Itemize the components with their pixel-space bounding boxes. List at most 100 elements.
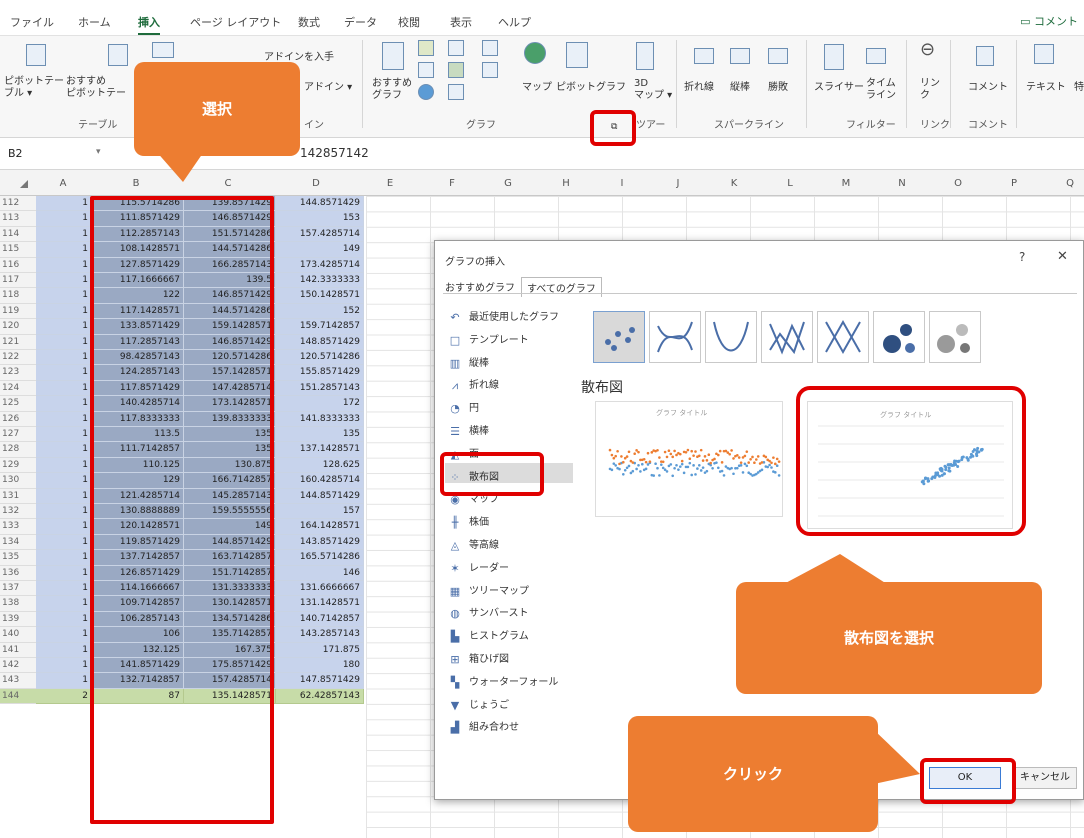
scatter-smooth-icon[interactable] [705,311,757,363]
timeline-icon[interactable] [866,48,886,64]
row-number[interactable]: 141 [0,642,36,658]
name-box[interactable]: B2 [8,147,23,160]
cell-a[interactable]: 1 [36,442,92,458]
row-number[interactable]: 130 [0,473,36,489]
cell-a[interactable]: 1 [36,226,92,243]
cell-a[interactable]: 1 [36,457,92,474]
cell-a[interactable]: 1 [36,611,92,628]
link-button[interactable]: リン ク [920,78,942,102]
row-number[interactable]: 139 [0,611,36,628]
cell-d[interactable]: 152 [276,303,364,320]
row-number[interactable]: 131 [0,488,36,504]
cell-a[interactable]: 1 [36,211,92,227]
cell-d[interactable]: 160.4285714 [276,473,364,489]
cell-a[interactable]: 1 [36,519,92,535]
cell-d[interactable]: 164.1428571 [276,519,364,535]
tab-data[interactable]: データ [344,14,377,30]
chart-preview-1[interactable]: グラフ タイトル [595,401,783,517]
cell-a[interactable]: 1 [36,427,92,443]
bubble-icon[interactable] [873,311,925,363]
sparkline-column-button[interactable]: 縦棒 [730,82,750,94]
cell-a[interactable]: 2 [36,688,92,705]
chart-category-template[interactable]: □ テンプレート [443,332,571,350]
cell-d[interactable]: 131.1428571 [276,596,364,612]
comment-insert-icon[interactable] [976,46,994,66]
row-number[interactable]: 129 [0,457,36,474]
row-number[interactable]: 136 [0,565,36,581]
column-header[interactable]: C [218,178,238,189]
row-number[interactable]: 124 [0,380,36,397]
column-header[interactable]: A [53,178,73,189]
column-header[interactable]: B [126,178,146,189]
chart-category-treemap[interactable]: ▦ ツリーマップ [443,583,571,601]
row-number[interactable]: 133 [0,519,36,535]
chart-category-radar-chart[interactable]: ✶ レーダー [443,560,571,578]
chart-category-surface-chart[interactable]: ◬ 等高線 [443,537,571,555]
row-number[interactable]: 116 [0,257,36,273]
tab-all-charts[interactable]: すべてのグラフ [521,277,602,297]
cell-d[interactable]: 180 [276,658,364,674]
sparkline-winloss-button[interactable]: 勝敗 [768,82,788,94]
tab-view[interactable]: 表示 [450,14,472,30]
cell-d[interactable]: 143.8571429 [276,534,364,551]
chart-category-line-chart[interactable]: ⩘ 折れ線 [443,377,571,395]
cell-d[interactable]: 131.6666667 [276,581,364,597]
comment-insert-button[interactable]: コメント [968,82,1008,94]
column-header[interactable]: Q [1060,178,1080,189]
column-header[interactable]: J [668,178,688,189]
row-number[interactable]: 113 [0,211,36,227]
column-header[interactable]: M [836,178,856,189]
cell-a[interactable]: 1 [36,627,92,643]
tab-help[interactable]: ヘルプ [498,14,531,30]
cell-d[interactable]: 171.875 [276,642,364,658]
chart-category-waterfall[interactable]: ▚ ウォーターフォール [443,674,571,692]
text-button[interactable]: テキスト [1026,82,1066,94]
link-icon[interactable]: ⊖ [920,41,935,59]
tab-formulas[interactable]: 数式 [298,14,320,30]
column-header[interactable]: E [380,178,400,189]
column-header[interactable]: L [780,178,800,189]
cell-a[interactable]: 1 [36,550,92,566]
row-number[interactable]: 123 [0,365,36,381]
chart-category-funnel[interactable]: ▼ じょうご [443,697,571,715]
tab-recommended-charts[interactable]: おすすめグラフ [445,279,515,294]
map-button[interactable]: マップ [522,82,552,94]
chart-category-boxwhisker[interactable]: ⊞ 箱ひげ図 [443,651,571,669]
recommended-pivot-icon[interactable] [108,44,128,66]
cell-a[interactable]: 1 [36,273,92,289]
map3d-button[interactable]: 3D マップ ▾ [634,78,672,102]
row-number[interactable]: 122 [0,350,36,366]
cell-a[interactable]: 1 [36,303,92,320]
waterfall-chart-icon[interactable] [482,40,498,56]
column-header[interactable]: D [306,178,326,189]
column-header[interactable]: K [724,178,744,189]
cell-a[interactable]: 1 [36,288,92,304]
map-icon[interactable] [524,42,546,64]
recommended-chart-icon[interactable] [382,42,404,70]
row-number[interactable]: 126 [0,411,36,427]
cell-d[interactable]: 144.8571429 [276,196,364,212]
column-header[interactable]: G [498,178,518,189]
cell-d[interactable]: 155.8571429 [276,365,364,381]
help-button[interactable]: ? [1019,250,1025,264]
cell-d[interactable]: 141.8333333 [276,411,364,427]
row-number[interactable]: 112 [0,196,36,212]
cell-a[interactable]: 1 [36,658,92,674]
chart-category-combo-chart[interactable]: ▟ 組み合わせ [443,719,571,737]
select-all-icon[interactable] [20,180,28,188]
row-number[interactable]: 134 [0,534,36,551]
row-number[interactable]: 115 [0,242,36,258]
recommended-chart-button[interactable]: おすすめ グラフ [372,78,418,102]
tab-home[interactable]: ホーム [78,14,111,30]
scatter-smooth-markers-icon[interactable] [649,311,701,363]
row-number[interactable]: 128 [0,442,36,458]
cell-a[interactable]: 1 [36,504,92,520]
formula-input[interactable]: 142857142 [300,146,369,160]
cell-d[interactable]: 172 [276,396,364,412]
scatter-chart-icon[interactable] [448,84,464,100]
cell-a[interactable]: 1 [36,673,92,689]
stat-chart-icon[interactable] [448,62,464,78]
chart-category-column-chart[interactable]: ▥ 縦棒 [443,355,571,373]
cell-a[interactable]: 1 [36,581,92,597]
column-header[interactable]: I [612,178,632,189]
